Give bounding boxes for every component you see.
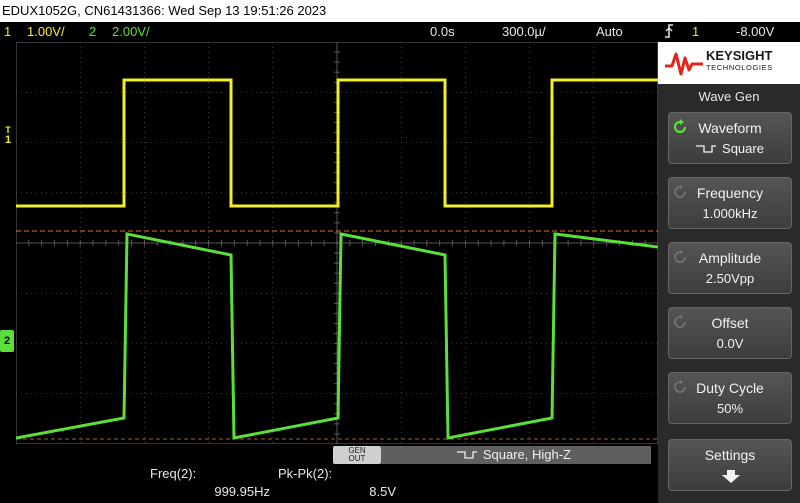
softkey-label: Amplitude	[698, 250, 762, 266]
arrow-down-icon	[721, 470, 741, 484]
softkey-duty-cycle[interactable]: Duty Cycle 50%	[668, 372, 792, 424]
time-delay[interactable]: 0.0s	[430, 22, 455, 42]
trigger-mode[interactable]: Auto	[596, 22, 623, 42]
measurement-value: 999.95Hz	[214, 484, 270, 499]
softkey-label: Frequency	[696, 185, 764, 201]
ch2-ground-marker[interactable]: 2	[0, 330, 14, 352]
keysight-logo: KEYSIGHT TECHNOLOGIES	[658, 42, 800, 84]
softkey-value: 50%	[716, 401, 744, 416]
bottom-bar: GEN OUT Square, High-Z Freq(2): 999.95Hz…	[0, 444, 658, 503]
square-wave-icon	[456, 447, 477, 465]
softkey-label: Waveform	[698, 120, 762, 136]
ch2-number[interactable]: 2	[89, 22, 96, 42]
trigger-source[interactable]: 1	[692, 22, 699, 42]
measurement-value: 8.5V	[369, 484, 396, 499]
measurement-label: Pk-Pk(2):	[278, 466, 333, 481]
softkey-settings[interactable]: Settings	[668, 439, 792, 491]
waveform-display[interactable]	[16, 42, 658, 444]
keysight-wave-icon	[665, 52, 703, 76]
softkey-frequency[interactable]: Frequency 1.000kHz	[668, 177, 792, 229]
softkey-label: Settings	[704, 447, 756, 463]
wavegen-status-text: Square, High-Z	[482, 447, 571, 462]
softkey-value: 1.000kHz	[702, 206, 758, 221]
softkey-value: 0.0V	[716, 336, 744, 351]
window-title: EDUX1052G, CN61431366: Wed Sep 13 19:51:…	[0, 0, 800, 22]
brand-name: KEYSIGHT	[706, 48, 773, 63]
trigger-level[interactable]: -8.00V	[736, 22, 774, 42]
status-bar: 1 1.00V/ 2 2.00V/ 0.0s 300.0µ/ Auto 1 -8…	[0, 22, 800, 42]
softkey-amplitude[interactable]: Amplitude 2.50Vpp	[668, 242, 792, 294]
brand-sub: TECHNOLOGIES	[706, 63, 773, 72]
square-wave-icon	[696, 142, 717, 157]
gen-out-badge[interactable]: GEN OUT	[333, 446, 381, 464]
softkey-label: Duty Cycle	[696, 380, 764, 396]
channel-markers: T 1 2	[0, 42, 16, 444]
wavegen-status: Square, High-Z	[381, 446, 651, 464]
measurement-label: Freq(2):	[150, 466, 197, 481]
menu-title: Wave Gen	[698, 89, 760, 104]
softkey-panel: KEYSIGHT TECHNOLOGIES Wave Gen Waveform …	[658, 42, 800, 503]
ch1-number[interactable]: 1	[4, 22, 11, 42]
time-scale[interactable]: 300.0µ/	[502, 22, 546, 42]
softkey-value: 2.50Vpp	[705, 271, 755, 286]
softkey-waveform[interactable]: Waveform Square	[668, 112, 792, 164]
softkey-label: Offset	[711, 315, 749, 331]
ch2-scale[interactable]: 2.00V/	[112, 22, 150, 42]
softkey-offset[interactable]: Offset 0.0V	[668, 307, 792, 359]
ch1-scale[interactable]: 1.00V/	[27, 22, 65, 42]
ch1-ground-marker[interactable]: T 1	[0, 126, 16, 148]
softkey-value: Square	[669, 141, 791, 157]
measurements: Freq(2): 999.95Hz Pk-Pk(2): 8.5V	[0, 464, 658, 503]
waveform-graticule	[16, 42, 658, 444]
ch1-trace	[16, 78, 658, 208]
